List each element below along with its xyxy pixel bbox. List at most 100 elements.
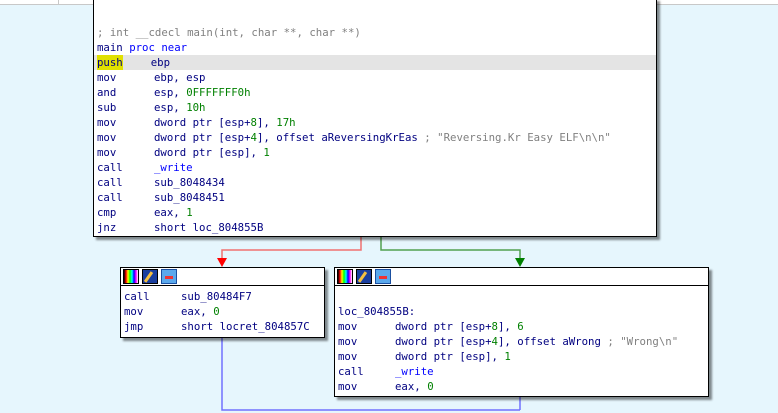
operand[interactable]: dword ptr [esp+ <box>395 335 492 348</box>
operand[interactable]: ], <box>498 320 517 333</box>
code-line[interactable]: mov dword ptr [esp+4], offset aWrong ; "W… <box>335 334 708 349</box>
code-line[interactable]: call sub_8048434 <box>94 175 656 190</box>
operand[interactable]: ], <box>257 116 276 129</box>
label[interactable]: main <box>97 41 129 54</box>
code-line[interactable]: main proc near <box>94 40 656 55</box>
mnemonic[interactable]: mov <box>338 379 395 394</box>
comment: ; int __cdecl main(int, char **, char **… <box>97 26 361 39</box>
operand[interactable]: sub_8048434 <box>154 176 225 189</box>
mnemonic[interactable]: jnz <box>97 220 154 235</box>
code-line[interactable]: sub esp, 10h <box>94 100 656 115</box>
number-literal[interactable]: 1 <box>186 206 192 219</box>
code-line[interactable] <box>335 289 708 304</box>
mnemonic[interactable]: call <box>97 175 154 190</box>
group-icon[interactable] <box>161 269 177 284</box>
mnemonic[interactable]: cmp <box>97 205 154 220</box>
operand[interactable]: eax, <box>395 380 427 393</box>
code-line[interactable]: call _write <box>94 160 656 175</box>
code-line[interactable]: mov dword ptr [esp], 1 <box>335 349 708 364</box>
number-literal[interactable]: 1 <box>504 350 510 363</box>
number-literal[interactable]: 6 <box>517 320 523 333</box>
mnemonic[interactable]: sub <box>97 100 154 115</box>
operand[interactable]: dword ptr [esp+ <box>154 131 251 144</box>
operand[interactable]: ], offset aReversingKrEas <box>257 131 424 144</box>
code-line[interactable]: mov dword ptr [esp+8], 17h <box>94 115 656 130</box>
rename-icon[interactable] <box>142 269 158 284</box>
code-line[interactable]: mov eax, 0 <box>335 379 708 394</box>
true-edge[interactable] <box>380 236 521 262</box>
mnemonic[interactable]: push <box>97 55 123 70</box>
operand[interactable]: dword ptr [esp+ <box>154 116 251 129</box>
operand[interactable]: sub_8048451 <box>154 191 225 204</box>
mnemonic[interactable]: call <box>97 160 154 175</box>
operand[interactable]: dword ptr [esp], <box>395 350 504 363</box>
symbol-name[interactable]: _write <box>154 161 193 174</box>
group-icon[interactable] <box>375 269 391 284</box>
code-line[interactable]: ; int __cdecl main(int, char **, char **… <box>94 25 656 40</box>
right-block-code: loc_804855B: mov dword ptr [esp+8], 6 mov dw… <box>335 289 708 394</box>
false-edge[interactable] <box>221 236 362 262</box>
mnemonic[interactable]: call <box>97 190 154 205</box>
operand[interactable]: short locret_804857C <box>181 320 310 333</box>
code-line[interactable]: mov dword ptr [esp+8], 6 <box>335 319 708 334</box>
code-line[interactable]: mov dword ptr [esp+4], offset aReversingK… <box>94 130 656 145</box>
mnemonic[interactable]: mov <box>97 130 154 145</box>
main-block[interactable]: ; int __cdecl main(int, char **, char **… <box>93 0 657 237</box>
code-line[interactable]: call _write <box>335 364 708 379</box>
right-block[interactable]: loc_804855B: mov dword ptr [esp+8], 6 mov dw… <box>334 267 709 397</box>
rename-icon[interactable] <box>356 269 372 284</box>
label[interactable]: loc_804855B: <box>338 305 415 318</box>
mnemonic[interactable]: mov <box>97 145 154 160</box>
operand[interactable]: dword ptr [esp], <box>154 146 263 159</box>
left-block[interactable]: call sub_80484F7 mov eax, 0 jmp short locret_… <box>120 267 325 338</box>
operand[interactable]: ebp <box>151 56 170 69</box>
number-literal[interactable]: 0FFFFFFF0h <box>186 86 250 99</box>
number-literal[interactable]: 10h <box>186 101 205 114</box>
number-literal[interactable]: 0 <box>427 380 433 393</box>
mnemonic[interactable]: jmp <box>124 319 181 334</box>
operand[interactable]: dword ptr [esp+ <box>395 320 492 333</box>
operand[interactable]: ebp, esp <box>154 71 205 84</box>
mnemonic[interactable]: mov <box>97 70 154 85</box>
operand[interactable]: sub_80484F7 <box>181 290 252 303</box>
symbol-name[interactable]: _write <box>395 365 434 378</box>
mnemonic[interactable]: mov <box>338 349 395 364</box>
operand[interactable]: esp, <box>154 101 186 114</box>
color-icon[interactable] <box>337 269 353 284</box>
code-line[interactable]: mov dword ptr [esp], 1 <box>94 145 656 160</box>
mnemonic[interactable]: call <box>124 289 181 304</box>
block-titlebar <box>121 268 324 286</box>
true-edge-arrow <box>515 258 525 267</box>
mnemonic[interactable]: mov <box>97 115 154 130</box>
symbol-name[interactable]: proc near <box>129 41 187 54</box>
mnemonic[interactable]: mov <box>338 334 395 349</box>
operand[interactable]: ], offset aWrong <box>498 335 607 348</box>
block-titlebar <box>335 268 708 286</box>
left-block-code: call sub_80484F7 mov eax, 0 jmp short locret_… <box>121 289 324 334</box>
code-line[interactable]: cmp eax, 1 <box>94 205 656 220</box>
mnemonic[interactable]: call <box>338 364 395 379</box>
code-line[interactable]: loc_804855B: <box>335 304 708 319</box>
false-edge-arrow <box>217 258 227 267</box>
operand[interactable]: eax, <box>181 305 213 318</box>
code-line[interactable]: mov ebp, esp <box>94 70 656 85</box>
comment: ; "Reversing.Kr Easy ELF\n\n" <box>424 131 611 144</box>
comment: ; "Wrong\n" <box>607 335 679 348</box>
mnemonic[interactable]: mov <box>338 319 395 334</box>
color-icon[interactable] <box>123 269 139 284</box>
number-literal[interactable]: 0 <box>213 305 219 318</box>
mnemonic[interactable]: and <box>97 85 154 100</box>
code-line[interactable]: push ebp <box>94 55 656 70</box>
mnemonic[interactable]: mov <box>124 304 181 319</box>
operand[interactable]: eax, <box>154 206 186 219</box>
code-line[interactable]: call sub_8048451 <box>94 190 656 205</box>
code-line[interactable]: jmp short locret_804857C <box>121 319 324 334</box>
operand[interactable]: short loc_804855B <box>154 221 263 234</box>
number-literal[interactable]: 17h <box>276 116 295 129</box>
code-line[interactable]: mov eax, 0 <box>121 304 324 319</box>
code-line[interactable]: call sub_80484F7 <box>121 289 324 304</box>
code-line[interactable]: and esp, 0FFFFFFF0h <box>94 85 656 100</box>
operand[interactable]: esp, <box>154 86 186 99</box>
code-line[interactable]: jnz short loc_804855B <box>94 220 656 235</box>
number-literal[interactable]: 1 <box>263 146 269 159</box>
